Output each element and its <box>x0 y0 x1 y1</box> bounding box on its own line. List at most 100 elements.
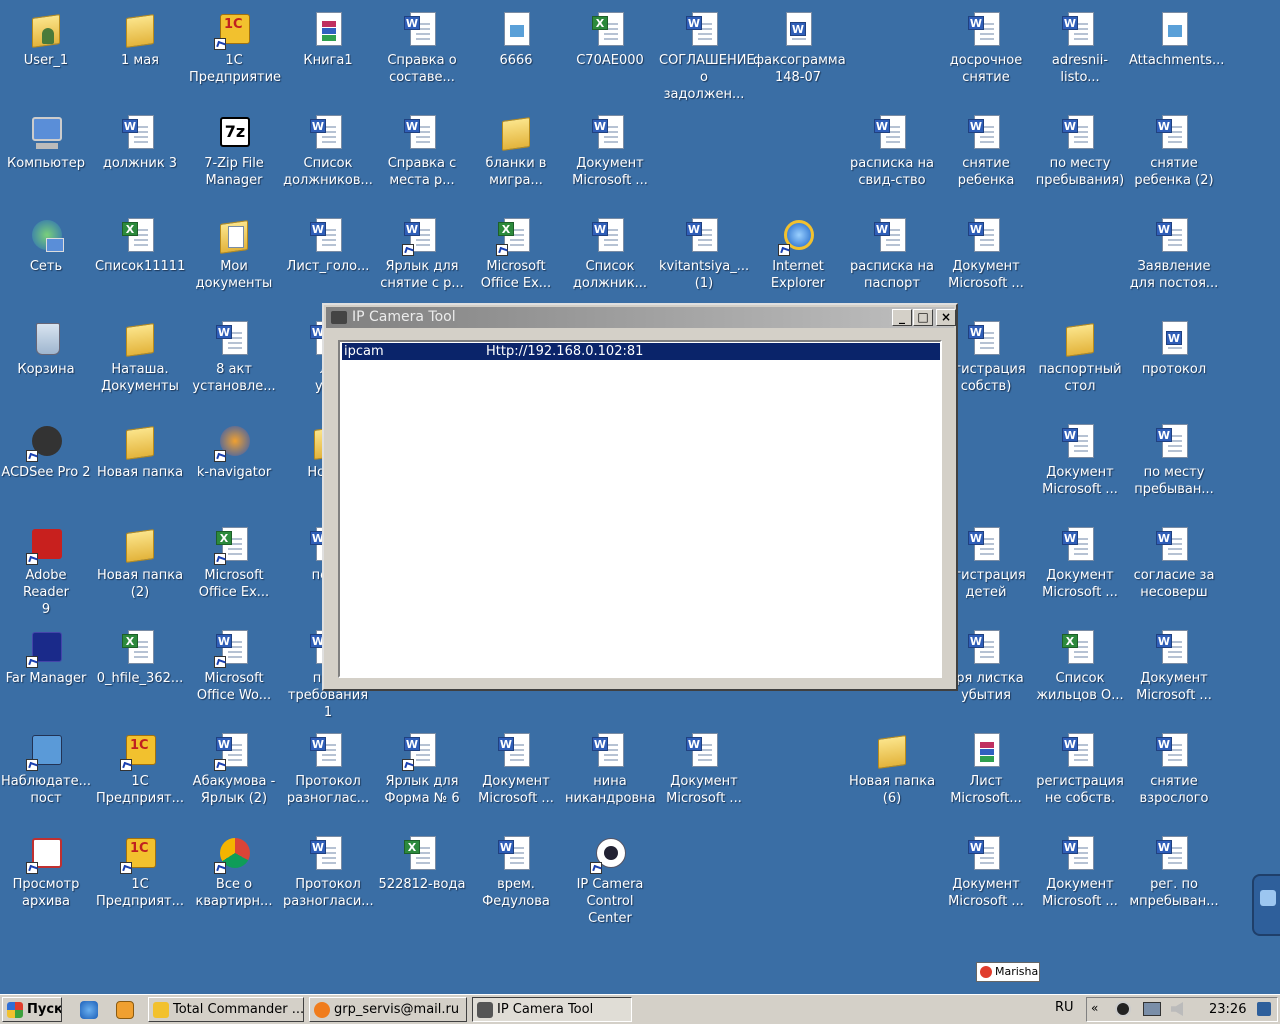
desktop-icon[interactable]: W Документ Microsoft ... <box>939 210 1033 310</box>
desktop-icon[interactable]: Wснятие взрослого <box>1127 725 1221 825</box>
desktop-icon[interactable]: ACDSee Pro 2 <box>0 416 93 516</box>
desktop-icon[interactable]: W Документ Microsoft ... <box>1033 416 1127 516</box>
desktop-icon[interactable]: X Список11111 <box>93 210 187 310</box>
desktop-icon[interactable]: Internet Explorer <box>751 210 845 310</box>
desktop-icon[interactable]: Wпо месту пребывания) <box>1033 107 1127 207</box>
desktop-icon[interactable]: User_1 <box>0 4 93 104</box>
desktop-icon[interactable]: Wдосрочное снятие <box>939 4 1033 104</box>
desktop-icon[interactable]: Лист Microsoft... <box>939 725 1033 825</box>
desktop-icon[interactable]: W Протокол разноглас... <box>281 725 375 825</box>
teamviewer-side-tab[interactable] <box>1252 874 1280 936</box>
taskbar-item-mail[interactable]: grp_servis@mail.ru <box>309 997 467 1022</box>
desktop-icon[interactable]: Wрег. по мпребыван... <box>1127 828 1221 928</box>
desktop-icon[interactable]: Новая папка <box>93 416 187 516</box>
desktop-icon[interactable]: Wснятие ребенка <box>939 107 1033 207</box>
ip-camera-tool-window[interactable]: IP Camera Tool _ □ × ipcam Http://192.16… <box>322 303 958 691</box>
desktop-icon[interactable]: W Список должник... <box>563 210 657 310</box>
desktop-icon[interactable]: X Список жильцов О... <box>1033 622 1127 722</box>
notification-popup[interactable]: Marisha <box>976 962 1040 982</box>
desktop-icon[interactable]: 1C 1С Предприятие <box>187 4 281 104</box>
desktop-icon[interactable]: Wрасписка на паспорт <box>845 210 939 310</box>
desktop-icon[interactable]: W Ярлык для снятие с р... <box>375 210 469 310</box>
desktop-icon[interactable]: Wнина никандровна <box>563 725 657 825</box>
desktop-icon[interactable]: Wрегистрация не собств. <box>1033 725 1127 825</box>
close-button[interactable]: × <box>936 309 956 326</box>
camera-list[interactable]: ipcam Http://192.168.0.102:81 <box>338 340 942 678</box>
ie-quicklaunch-icon[interactable] <box>80 1001 98 1019</box>
maximize-button[interactable]: □ <box>913 309 933 326</box>
desktop-icon[interactable]: W Документ Microsoft ... <box>657 725 751 825</box>
desktop-icon[interactable]: Wadresnii-listo... <box>1033 4 1127 104</box>
desktop-icon[interactable]: W Абакумова - Ярлык (2) <box>187 725 281 825</box>
desktop-icon[interactable]: W Документ Microsoft ... <box>563 107 657 207</box>
eye-icon[interactable] <box>1115 1001 1131 1017</box>
taskbar-item-total-commander[interactable]: Total Commander ... <box>148 997 304 1022</box>
show-desktop-icon[interactable] <box>116 1001 134 1019</box>
desktop-icon[interactable]: Wрасписка на свид-ство <box>845 107 939 207</box>
desktop-icon[interactable]: W Справка о составе... <box>375 4 469 104</box>
desktop-icon[interactable]: X 0_hfile_362... <box>93 622 187 722</box>
desktop-icon[interactable]: W Документ Microsoft ... <box>939 828 1033 928</box>
desktop-icon[interactable]: X 522812-вода <box>375 828 469 928</box>
desktop-icon[interactable]: Wснятие ребенка (2) <box>1127 107 1221 207</box>
desktop-icon[interactable]: Wврем. Федулова <box>469 828 563 928</box>
camera-list-row-selected[interactable]: ipcam Http://192.168.0.102:81 <box>342 343 940 360</box>
desktop-icon[interactable]: IP Camera Control Center <box>563 828 657 928</box>
start-button[interactable]: Пуск <box>2 997 62 1022</box>
teamviewer-tray-icon[interactable] <box>1257 1002 1271 1016</box>
desktop-icon[interactable]: Корзина <box>0 313 93 413</box>
language-indicator[interactable]: RU <box>1055 1000 1074 1015</box>
desktop-icon[interactable]: Wпротокол <box>1127 313 1221 413</box>
desktop-icon[interactable]: W Документ Microsoft ... <box>1033 519 1127 619</box>
desktop-icon[interactable]: бланки в мигра... <box>469 107 563 207</box>
desktop-icon[interactable]: Наташа. Документы <box>93 313 187 413</box>
desktop-icon[interactable]: W 8 акт установле... <box>187 313 281 413</box>
desktop-icon[interactable]: 1 мая <box>93 4 187 104</box>
word-w-icon: W <box>592 222 608 236</box>
desktop-icon[interactable]: Attachments... <box>1127 4 1224 104</box>
desktop-icon[interactable]: 1C 1С Предприят... <box>93 828 187 928</box>
minimize-button[interactable]: _ <box>892 309 912 326</box>
desktop-icon[interactable]: Far Manager <box>0 622 93 722</box>
desktop-icon[interactable]: Adobe Reader 9 <box>0 519 93 619</box>
desktop-icon[interactable]: Wkvitantsiya_... (1) <box>657 210 751 310</box>
desktop-icon[interactable]: Наблюдате... пост <box>0 725 93 825</box>
desktop-icon[interactable]: Сеть <box>0 210 93 310</box>
desktop-icon[interactable]: Wфаксограмма 148-07 <box>751 4 846 104</box>
network-icon[interactable] <box>1143 1002 1161 1016</box>
desktop-icon[interactable]: W Список должников... <box>281 107 375 207</box>
desktop-icon[interactable]: Wдолжник 3 <box>93 107 187 207</box>
taskbar-item-ip-camera-tool[interactable]: IP Camera Tool <box>472 997 632 1022</box>
desktop-icon[interactable]: Wсогласие за несоверш <box>1127 519 1221 619</box>
desktop-icon[interactable]: W Документ Microsoft ... <box>469 725 563 825</box>
desktop-icon[interactable]: Мои документы <box>187 210 281 310</box>
desktop-icon[interactable]: Компьютер <box>0 107 93 207</box>
desktop-icon[interactable]: X Microsoft Office Ex... <box>187 519 281 619</box>
desktop-icon[interactable]: W СОГЛАШЕНИЕ о задолжен... <box>657 4 755 104</box>
desktop-icon[interactable]: паспортный стол <box>1033 313 1127 413</box>
desktop-icon[interactable]: W Документ Microsoft ... <box>1127 622 1221 722</box>
desktop-icon[interactable]: W Документ Microsoft ... <box>1033 828 1127 928</box>
desktop-icon[interactable]: W Лист_голо... <box>281 210 375 310</box>
desktop-icon[interactable]: W Microsoft Office Wo... <box>187 622 281 722</box>
desktop-icon[interactable]: Просмотр архива <box>0 828 93 928</box>
desktop-icon[interactable]: Новая папка (6) <box>845 725 939 825</box>
desktop-icon[interactable]: k-navigator <box>187 416 281 516</box>
desktop-icon[interactable]: 7z 7-Zip File Manager <box>187 107 281 207</box>
desktop-icon[interactable]: X C70AE000 <box>563 4 657 104</box>
desktop-icon[interactable]: W Заявление для постоя... <box>1127 210 1221 310</box>
window-titlebar[interactable]: IP Camera Tool _ □ × <box>326 307 956 328</box>
volume-icon[interactable] <box>1171 1002 1183 1016</box>
desktop-icon[interactable]: Все о квартирн... <box>187 828 281 928</box>
desktop-icon[interactable]: Wпо месту пребыван... <box>1127 416 1221 516</box>
desktop-icon[interactable]: X Microsoft Office Ex... <box>469 210 563 310</box>
tray-expand-button[interactable]: « <box>1091 1001 1098 1015</box>
desktop-icon[interactable]: Книга1 <box>281 4 375 104</box>
desktop-icon[interactable]: 6666 <box>469 4 563 104</box>
desktop-icon[interactable]: Новая папка (2) <box>93 519 187 619</box>
desktop-icon[interactable]: W Ярлык для Форма № 6 <box>375 725 469 825</box>
desktop-icon[interactable]: 1C 1С Предприят... <box>93 725 187 825</box>
clock[interactable]: 23:26 <box>1209 1002 1246 1017</box>
desktop-icon[interactable]: W Протокол разногласи... <box>281 828 375 928</box>
desktop-icon[interactable]: W Справка с места р... <box>375 107 469 207</box>
